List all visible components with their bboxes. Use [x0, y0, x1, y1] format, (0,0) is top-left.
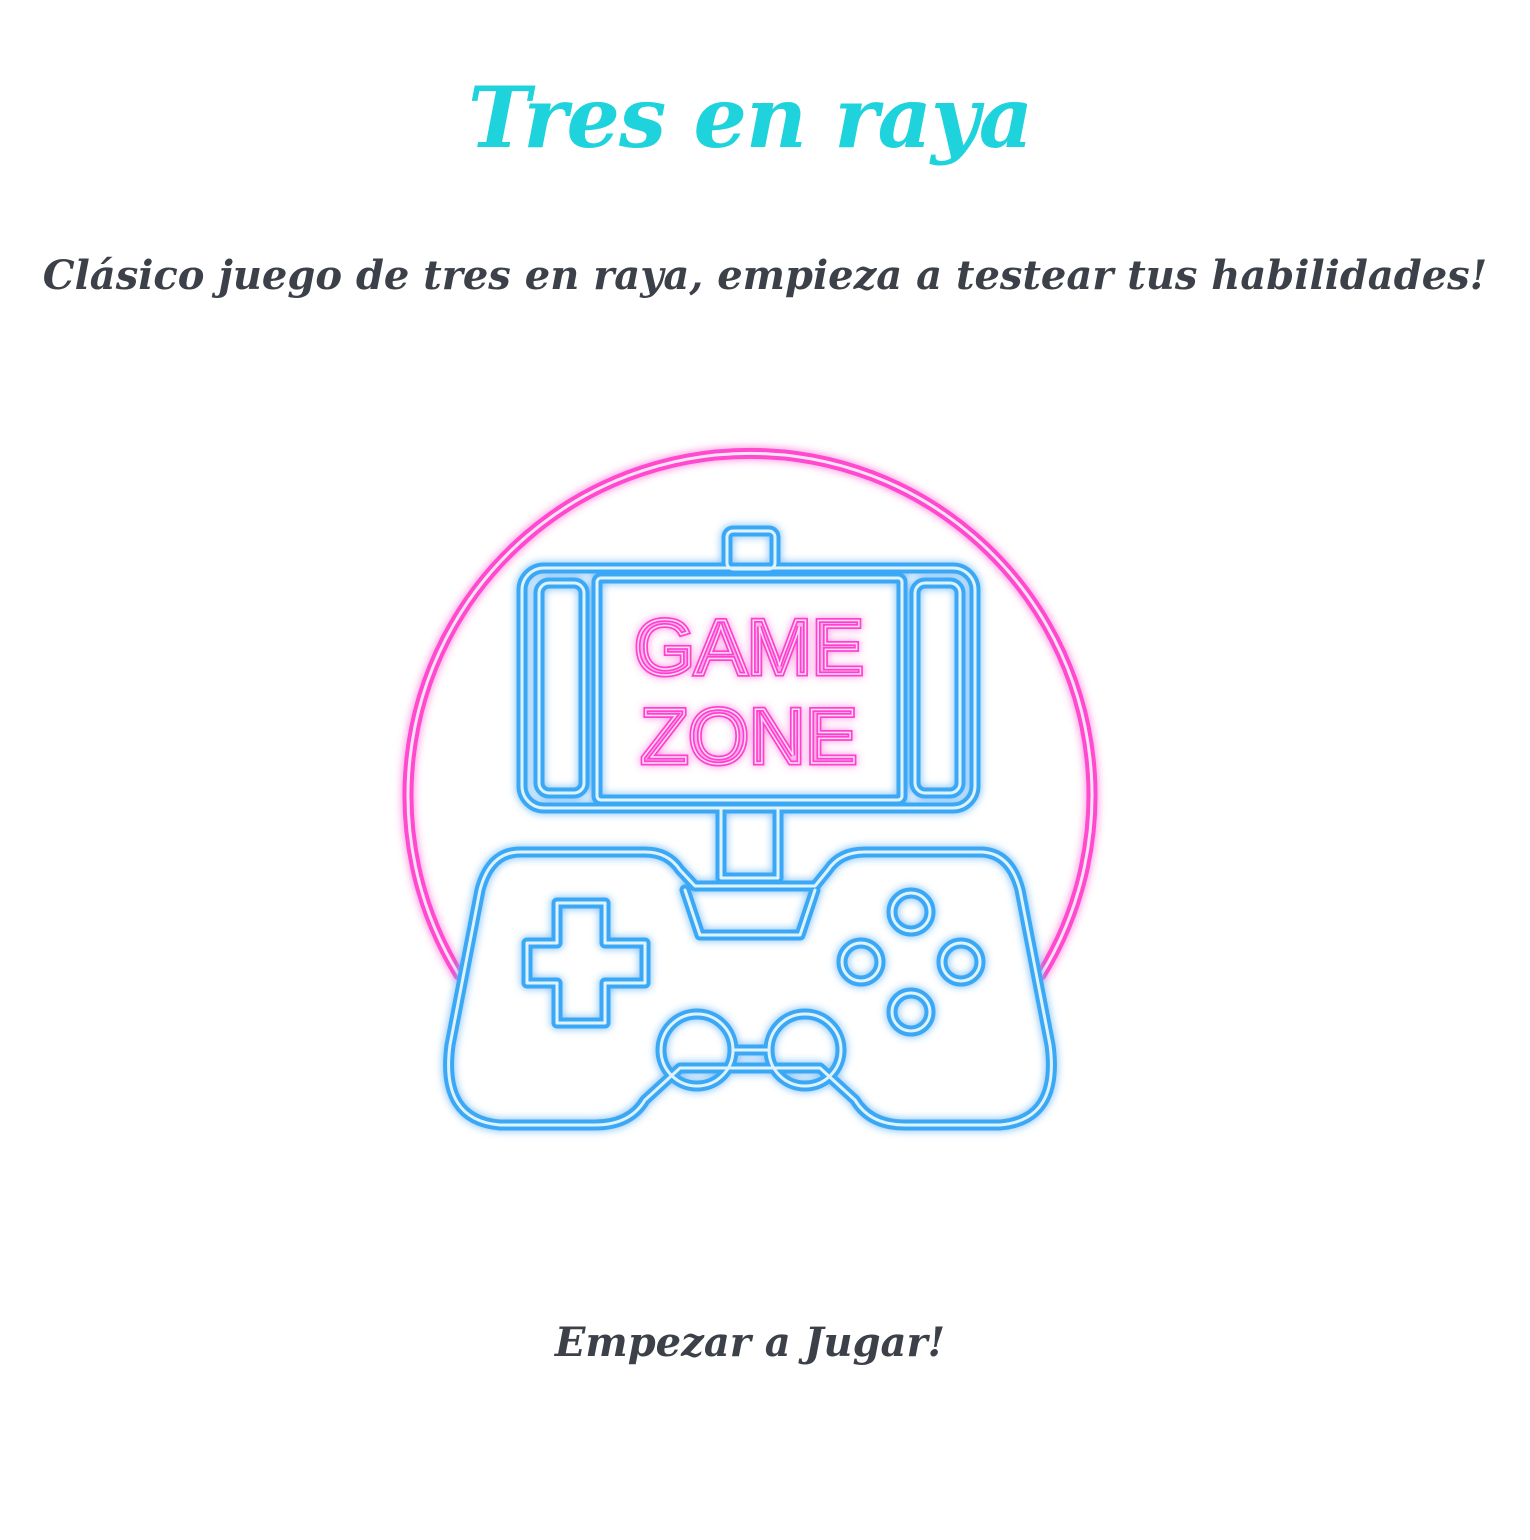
- neon-gamepad-icon: GAME GAME ZONE ZONE: [402, 447, 1098, 1131]
- start-screen: Tres en raya Clásico juego de tres en ra…: [0, 0, 1530, 1540]
- start-game-button[interactable]: Empezar a Jugar!: [520, 1308, 980, 1378]
- page-subtitle: Clásico juego de tres en raya, empieza a…: [42, 252, 1488, 299]
- game-zone-text: GAME GAME ZONE ZONE: [632, 601, 867, 783]
- page-title: Tres en raya: [467, 68, 1033, 167]
- logo-line-1-core: GAME: [634, 603, 864, 691]
- logo-line-2-core: ZONE: [641, 692, 858, 780]
